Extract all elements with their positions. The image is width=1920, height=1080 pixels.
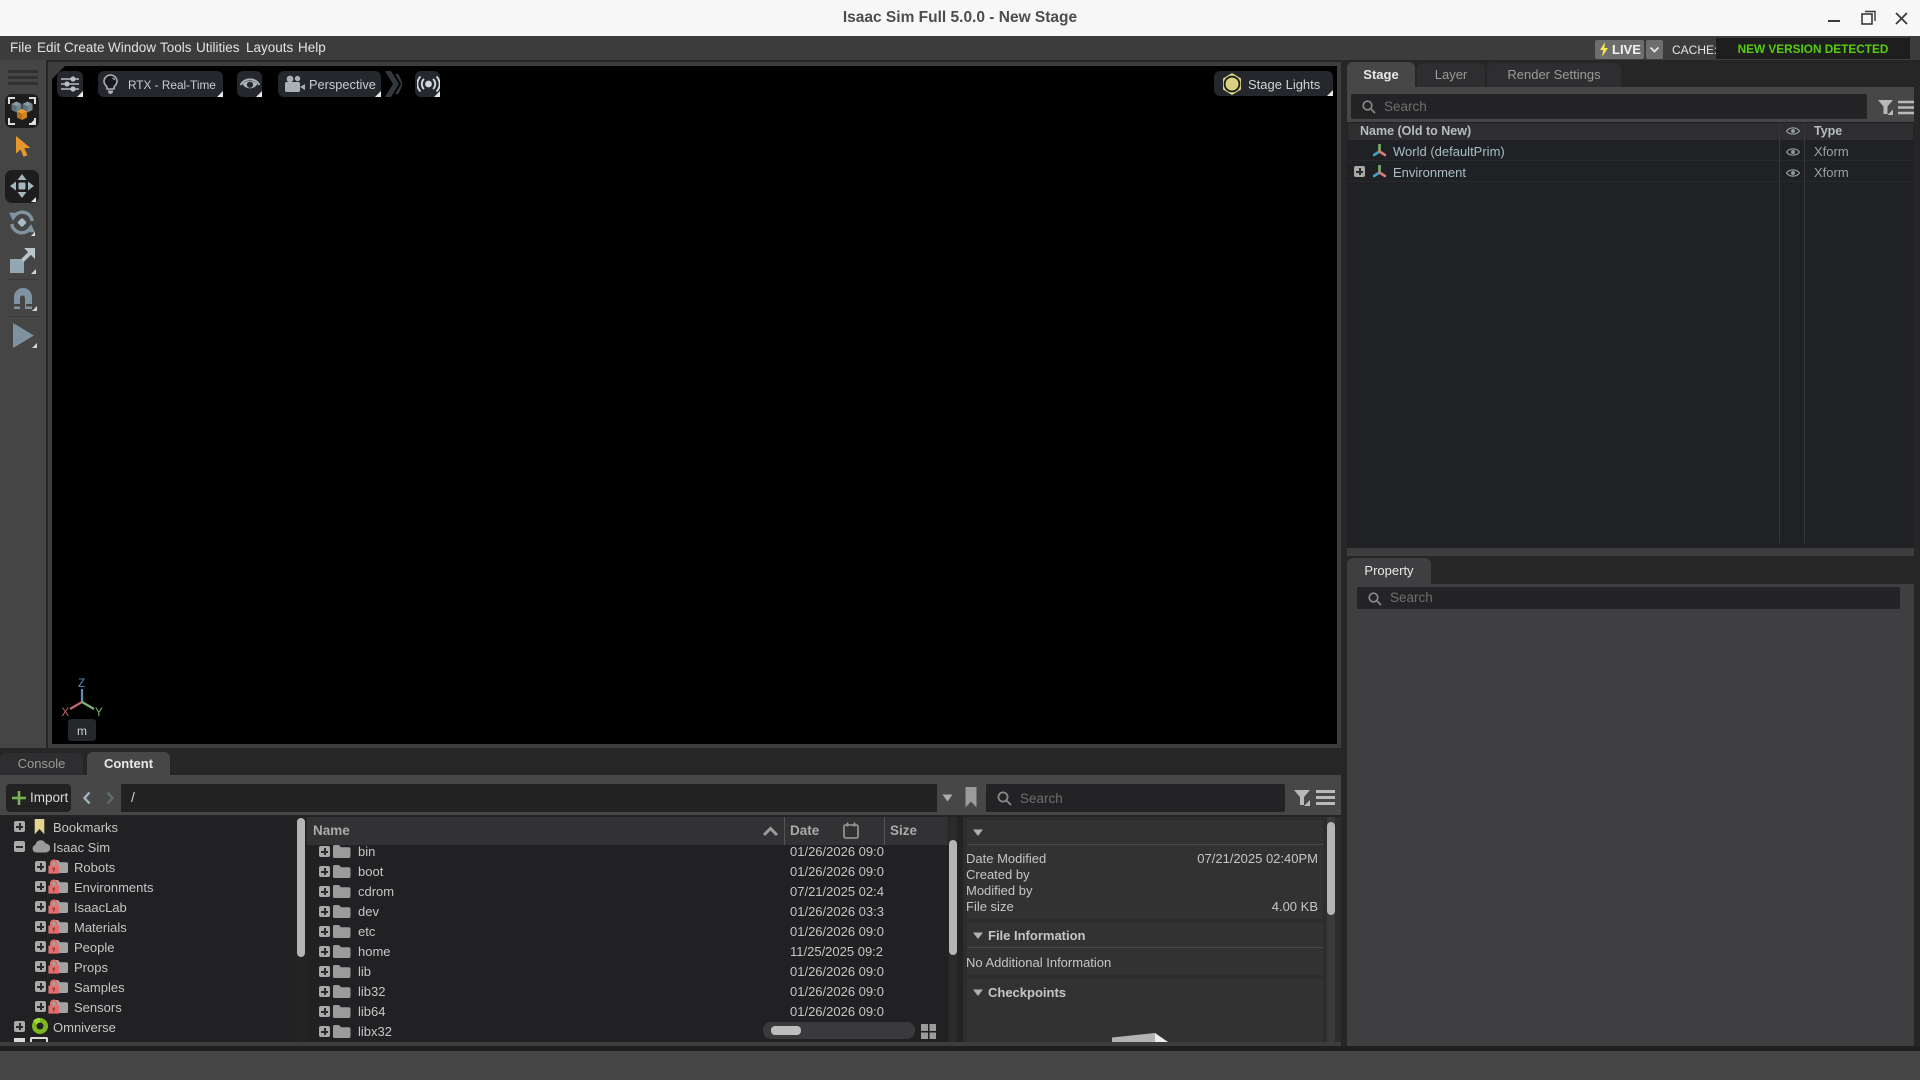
svg-text:Y: Y [95,707,103,719]
svg-text:X: X [62,707,70,719]
svg-text:Z: Z [78,678,85,690]
